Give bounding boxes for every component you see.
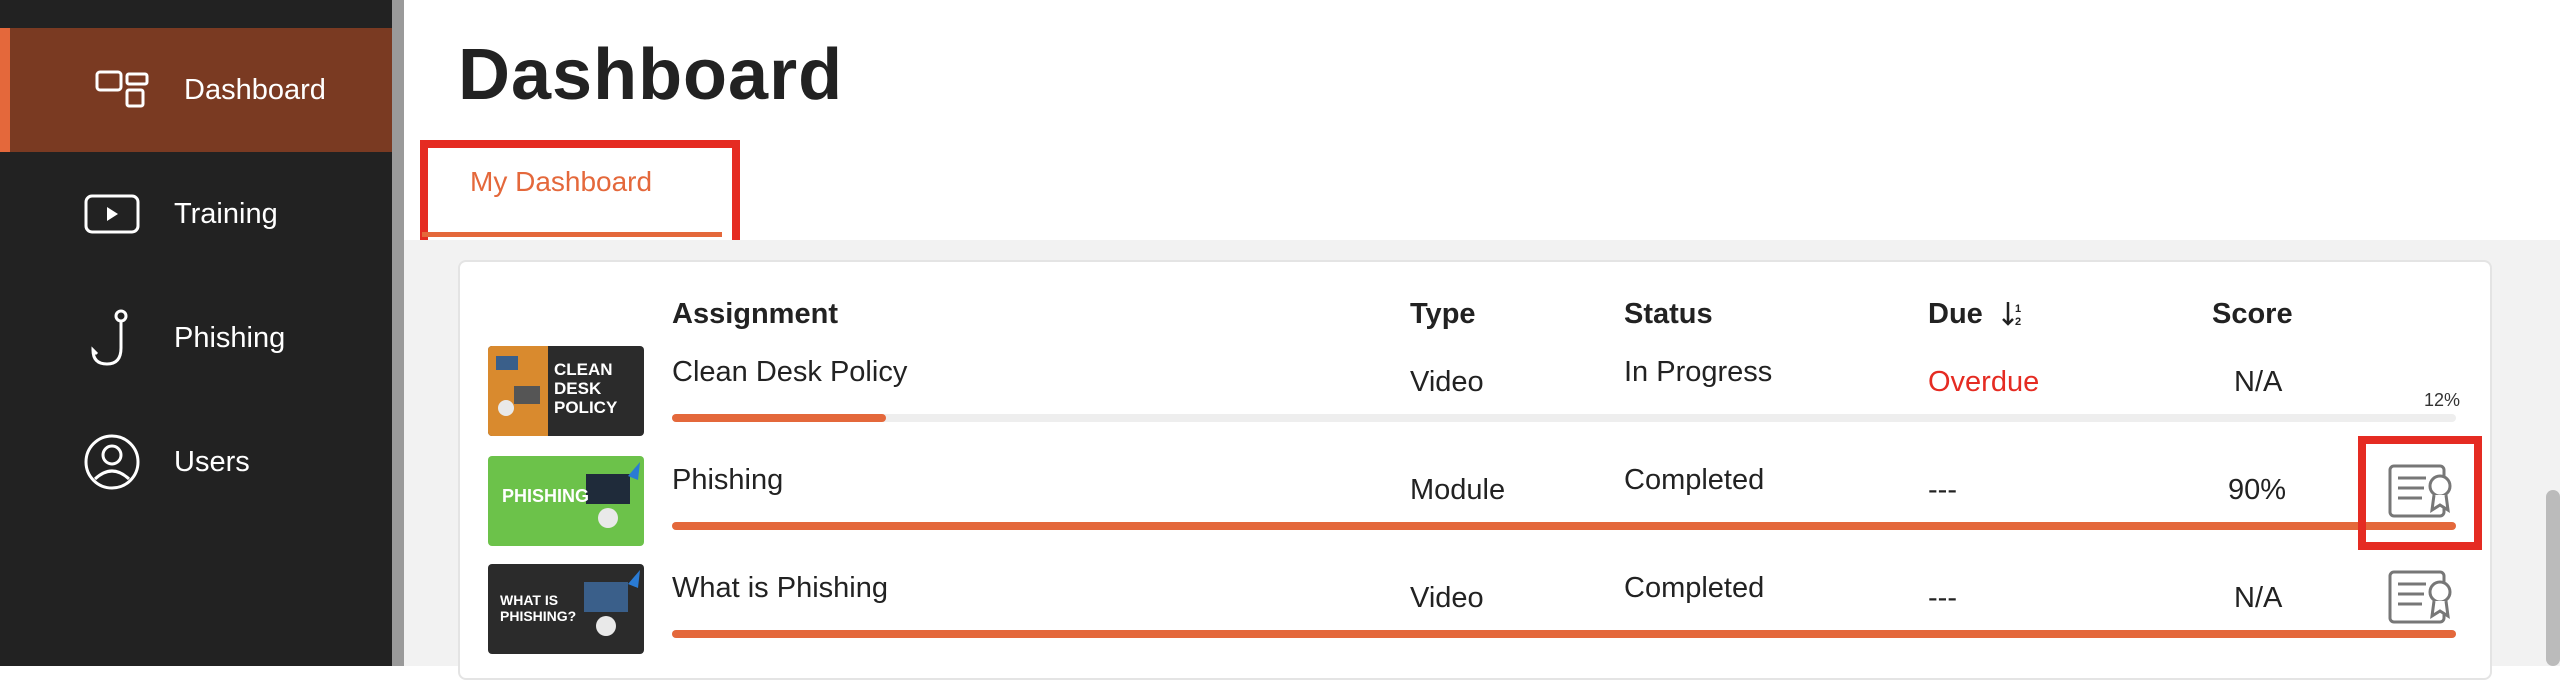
svg-text:1: 1 (2015, 303, 2021, 315)
thumbnail-text: CLEAN DESK POLICY (554, 360, 618, 417)
certificate-icon[interactable] (2388, 462, 2456, 524)
page-title: Dashboard (458, 35, 844, 115)
sidebar-item-label: Dashboard (184, 73, 326, 106)
assignment-status: In Progress (1624, 356, 1773, 388)
column-status[interactable]: Status (1624, 298, 1713, 331)
progress-fill (672, 414, 887, 422)
column-type[interactable]: Type (1410, 298, 1476, 331)
tab-my-dashboard[interactable]: My Dashboard (470, 166, 652, 198)
sidebar: Dashboard Training Phishing Users (0, 0, 392, 666)
sidebar-item-dashboard[interactable]: Dashboard (0, 28, 392, 152)
assignment-score: N/A (2234, 582, 2283, 614)
sidebar-item-users[interactable]: Users (0, 400, 392, 524)
assignment-type: Video (1410, 582, 1484, 614)
sidebar-item-label: Users (174, 445, 250, 478)
main-scrollbar[interactable] (2546, 490, 2560, 666)
certificate-icon[interactable] (2388, 568, 2456, 630)
assignment-due: Overdue (1928, 366, 2040, 398)
assignment-name[interactable]: Clean Desk Policy (672, 356, 907, 389)
assignment-name[interactable]: Phishing (672, 464, 783, 497)
progress-bar (672, 630, 2456, 638)
play-icon (82, 184, 142, 244)
tab-active-indicator (422, 232, 722, 237)
sidebar-item-label: Training (174, 197, 278, 230)
assignment-status: Completed (1624, 572, 1765, 604)
sort-icon[interactable]: 12 (2002, 300, 2026, 333)
progress-percent: 12% (2424, 390, 2461, 410)
sidebar-item-label: Phishing (174, 321, 286, 354)
column-due[interactable]: Due (1928, 298, 1983, 331)
assignment-due: --- (1928, 474, 1957, 506)
thumbnail-text: WHAT IS PHISHING? (500, 592, 577, 624)
hook-icon (82, 308, 142, 368)
sidebar-item-phishing[interactable]: Phishing (0, 276, 392, 400)
progress-bar (672, 522, 2456, 530)
thumbnail-phishing[interactable]: PHISHING (488, 456, 644, 546)
assignment-name[interactable]: What is Phishing (672, 572, 888, 605)
assignment-type: Video (1410, 366, 1484, 398)
column-score[interactable]: Score (2212, 298, 2293, 331)
progress-bar (672, 414, 2456, 422)
assignment-due: --- (1928, 582, 1957, 614)
progress-fill (672, 522, 2456, 530)
thumbnail-text: PHISHING (502, 486, 590, 506)
svg-text:2: 2 (2015, 316, 2021, 328)
assignment-status: Completed (1624, 464, 1765, 496)
sidebar-item-training[interactable]: Training (0, 152, 392, 276)
thumbnail-what-is-phishing[interactable]: WHAT IS PHISHING? (488, 564, 644, 654)
user-icon (82, 432, 142, 492)
assignment-score: 90% (2228, 474, 2287, 506)
assignment-type: Module (1410, 474, 1506, 506)
assignment-score: N/A (2234, 366, 2283, 398)
thumbnail-clean-desk-policy[interactable]: CLEAN DESK POLICY (488, 346, 644, 436)
dashboard-icon (92, 60, 152, 120)
column-assignment[interactable]: Assignment (672, 298, 838, 331)
progress-fill (672, 630, 2456, 638)
sidebar-scrollbar[interactable] (392, 0, 404, 666)
